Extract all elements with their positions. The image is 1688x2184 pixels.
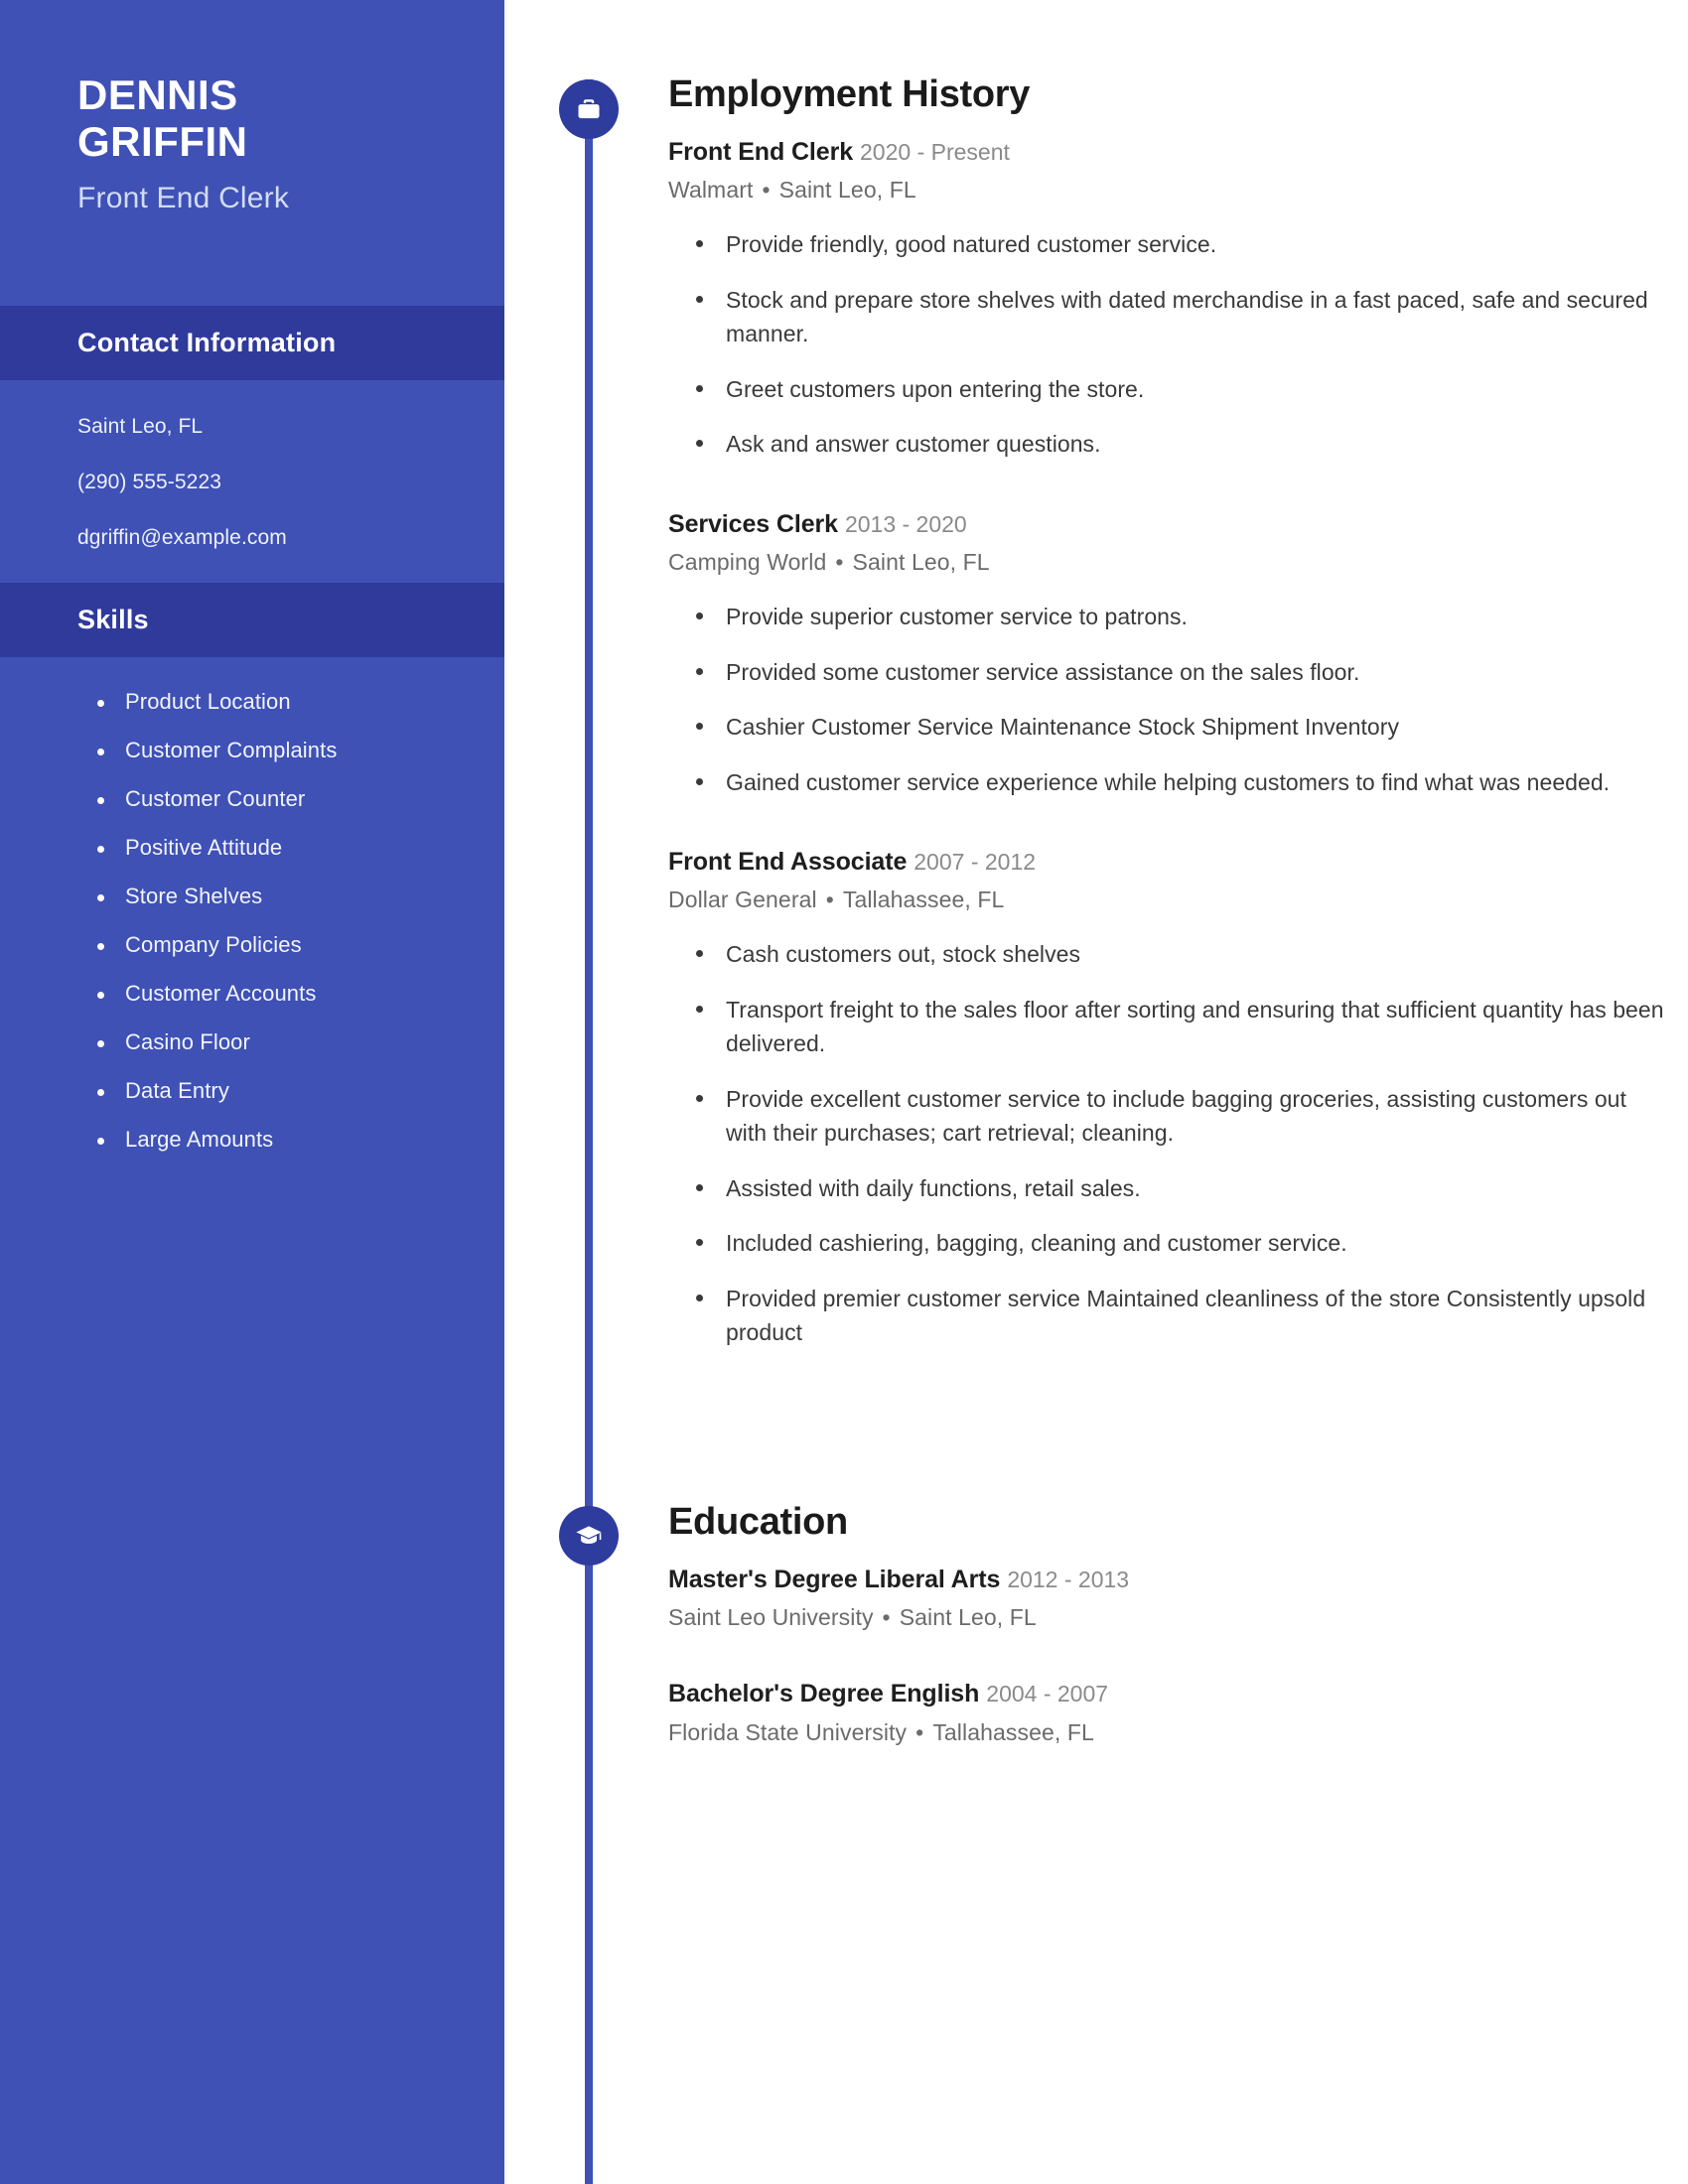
education-degree: Bachelor's Degree English: [668, 1680, 980, 1708]
employment-entry: Front End Clerk 2020 - Present Walmart • Sa…: [668, 137, 1671, 462]
employment-role: Front End Clerk: [668, 138, 854, 166]
employment-location: Saint Leo, FL: [778, 177, 916, 204]
headline-job-title: Front End Clerk: [77, 181, 290, 214]
employment-entry-head: Front End Clerk 2020 - Present: [668, 137, 1671, 168]
duty-item: Assisted with daily functions, retail sa…: [696, 1171, 1671, 1206]
education-school: Florida State University: [668, 1718, 908, 1745]
duty-item: Cashier Customer Service Maintenance Sto…: [696, 710, 1671, 745]
skill-item: Product Location: [97, 690, 504, 713]
employment-company-location: Walmart • Saint Leo, FL: [668, 177, 1671, 204]
employment-location: Saint Leo, FL: [852, 549, 990, 575]
employment-company: Camping World: [668, 549, 827, 575]
employment-history-section: Employment History Front End Clerk 2020 -…: [668, 75, 1671, 1371]
duty-item: Gained customer service experience while…: [696, 765, 1671, 800]
employment-entry: Services Clerk 2013 - 2020 Camping World •…: [668, 509, 1671, 799]
education-section: Education Master's Degree Liberal Arts 20…: [668, 1503, 1671, 1746]
timeline-rail: [585, 79, 593, 2184]
skill-item: Positive Attitude: [97, 836, 504, 859]
employment-role: Services Clerk: [668, 509, 838, 538]
bullet-separator-icon: •: [762, 177, 771, 204]
duty-item: Provided some customer service assistanc…: [696, 655, 1671, 690]
education-title: Education: [668, 1501, 848, 1543]
education-degree: Master's Degree Liberal Arts: [668, 1566, 1001, 1593]
employment-duties-list: Cash customers out, stock shelves Transp…: [668, 937, 1671, 1350]
education-location: Tallahassee, FL: [932, 1718, 1094, 1745]
education-entry-head: Master's Degree Liberal Arts 2012 - 2013: [668, 1565, 1671, 1595]
duty-item: Greet customers upon entering the store.: [696, 372, 1671, 407]
employment-entry-head: Services Clerk 2013 - 2020: [668, 509, 1671, 540]
resume-page: DENNIS GRIFFIN Front End Clerk Contact I…: [0, 0, 1688, 2184]
bullet-separator-icon: •: [825, 887, 834, 913]
bullet-separator-icon: •: [915, 1718, 924, 1745]
employment-company: Walmart: [668, 177, 754, 204]
education-school-location: Florida State University • Tallahassee, FL: [668, 1719, 1671, 1746]
duty-item: Transport freight to the sales floor aft…: [696, 993, 1671, 1061]
employment-company: Dollar General: [668, 887, 817, 913]
employment-company-location: Camping World • Saint Leo, FL: [668, 549, 1671, 576]
employment-history-title: Employment History: [668, 73, 1031, 115]
education-entry: Bachelor's Degree English 2004 - 2007 Flo…: [668, 1679, 1671, 1745]
education-entry: Master's Degree Liberal Arts 2012 - 2013 …: [668, 1565, 1671, 1631]
contact-information-heading: Contact Information: [0, 305, 504, 380]
duty-item: Stock and prepare store shelves with dat…: [696, 283, 1671, 351]
skill-item: Large Amounts: [97, 1128, 504, 1151]
duty-item: Provided premier customer service Mainta…: [696, 1282, 1671, 1350]
employment-dates: 2020 - Present: [860, 139, 1010, 165]
employment-company-location: Dollar General • Tallahassee, FL: [668, 887, 1671, 913]
duty-item: Provide superior customer service to pat…: [696, 600, 1671, 634]
duty-item: Provide excellent customer service to in…: [696, 1082, 1671, 1151]
duty-item: Cash customers out, stock shelves: [696, 937, 1671, 972]
skill-item: Casino Floor: [97, 1030, 504, 1053]
first-name: DENNIS: [77, 71, 238, 118]
contact-location: Saint Leo, FL: [77, 414, 204, 438]
skill-item: Company Policies: [97, 933, 504, 956]
duty-item: Ask and answer customer questions.: [696, 427, 1671, 462]
employment-dates: 2007 - 2012: [914, 849, 1037, 875]
education-entry-head: Bachelor's Degree English 2004 - 2007: [668, 1679, 1671, 1709]
briefcase-icon: [559, 79, 619, 139]
skill-item: Customer Counter: [97, 787, 504, 810]
skill-item: Data Entry: [97, 1079, 504, 1102]
skills-list: Product Location Customer Complaints Cus…: [0, 657, 504, 1151]
name-block: DENNIS GRIFFIN Front End Clerk: [0, 0, 504, 215]
employment-entry: Front End Associate 2007 - 2012 Dollar Ge…: [668, 847, 1671, 1350]
skill-item: Customer Complaints: [97, 739, 504, 761]
employment-duties-list: Provide superior customer service to pat…: [668, 600, 1671, 799]
skills-heading: Skills: [0, 582, 504, 657]
contact-list: Saint Leo, FL (290) 555-5223 dgriffin@ex…: [0, 380, 504, 548]
contact-phone: (290) 555-5223: [77, 470, 222, 493]
education-dates: 2004 - 2007: [986, 1681, 1109, 1707]
employment-location: Tallahassee, FL: [842, 887, 1005, 913]
bullet-separator-icon: •: [835, 549, 844, 575]
graduation-cap-icon: [559, 1506, 619, 1566]
employment-entry-head: Front End Associate 2007 - 2012: [668, 847, 1671, 878]
employment-duties-list: Provide friendly, good natured customer …: [668, 227, 1671, 462]
skill-item: Customer Accounts: [97, 982, 504, 1005]
main-content: Employment History Front End Clerk 2020 -…: [504, 0, 1688, 2184]
skill-item: Store Shelves: [97, 885, 504, 907]
education-dates: 2012 - 2013: [1007, 1567, 1130, 1592]
sidebar: DENNIS GRIFFIN Front End Clerk Contact I…: [0, 0, 504, 2184]
education-location: Saint Leo, FL: [899, 1604, 1037, 1631]
education-school: Saint Leo University: [668, 1604, 874, 1631]
duty-item: Provide friendly, good natured customer …: [696, 227, 1671, 262]
last-name: GRIFFIN: [77, 118, 248, 166]
employment-dates: 2013 - 2020: [844, 510, 967, 537]
duty-item: Included cashiering, bagging, cleaning a…: [696, 1226, 1671, 1261]
employment-role: Front End Associate: [668, 848, 908, 876]
education-school-location: Saint Leo University • Saint Leo, FL: [668, 1604, 1671, 1631]
bullet-separator-icon: •: [882, 1604, 891, 1631]
contact-email: dgriffin@example.com: [77, 525, 287, 549]
